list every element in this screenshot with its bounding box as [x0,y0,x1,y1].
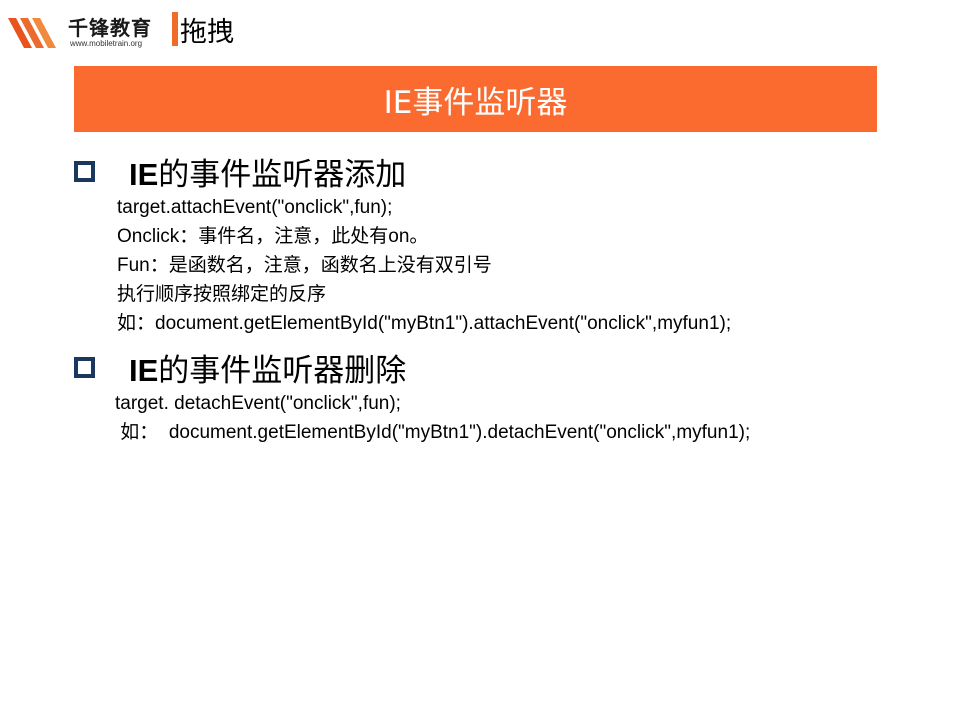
header-accent-bar [172,12,178,46]
example-line: 如：document.getElementById("myBtn1").atta… [117,313,732,334]
code-line: target. detachEvent("onclick",fun); [115,393,401,414]
section-heading-row: IE的事件监听器添加 [74,149,731,194]
square-bullet-icon [74,356,95,378]
banner-title: IE事件监听器 [383,84,568,121]
code-line: target.attachEvent("onclick",fun); [117,197,393,218]
section-heading: IE的事件监听器添加 [129,149,406,194]
heading-prefix: IE [129,156,159,192]
slide-banner: IE事件监听器 [74,66,877,132]
logo-stripes-icon [8,18,56,48]
section-add: IE的事件监听器添加 target.attachEvent("onclick",… [74,150,731,338]
heading-text: 的事件监听器添加 [158,156,407,193]
logo-url: www.mobiletrain.org [70,39,143,48]
square-bullet-icon [74,160,95,182]
heading-text: 的事件监听器删除 [158,352,407,389]
heading-prefix: IE [129,352,159,388]
body-line: Fun：是函数名，注意，函数名上没有双引号 [117,255,492,276]
body-line: 执行顺序按照绑定的反序 [117,284,327,305]
body-line: Onclick：事件名，注意，此处有on。 [117,226,429,247]
example-line: 如： document.getElementById("myBtn1").det… [115,422,751,443]
logo-name: 千锋教育 [68,16,152,40]
section-heading-row: IE的事件监听器删除 [74,345,750,390]
section-heading: IE的事件监听器删除 [129,345,406,390]
section-body: target.attachEvent("onclick",fun); Oncli… [74,193,731,338]
section-remove: IE的事件监听器删除 target. detachEvent("onclick"… [74,346,750,447]
company-logo: 千锋教育 www.mobiletrain.org [6,8,176,52]
section-body: target. detachEvent("onclick",fun); 如： d… [74,389,750,447]
page-title: 拖拽 [180,17,234,48]
